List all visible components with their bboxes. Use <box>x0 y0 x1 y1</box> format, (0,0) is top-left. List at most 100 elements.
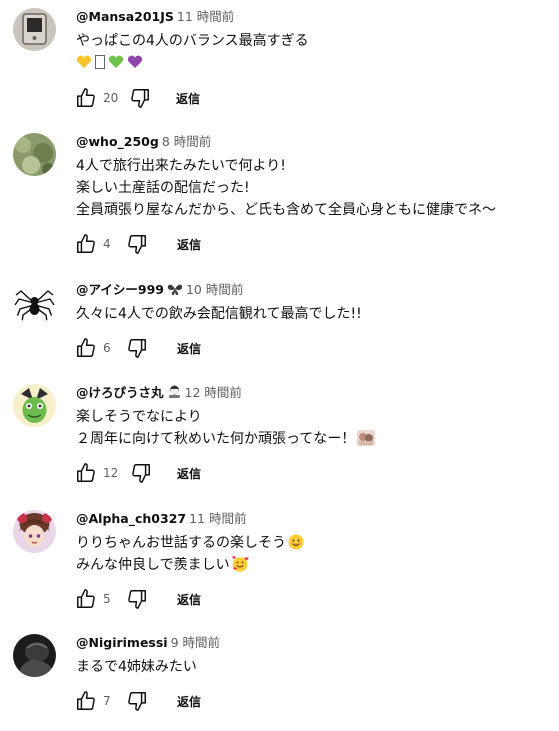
comment-text: 4人で旅行出来たみたいで何より! 楽しい土産話の配信だった! 全員頑張り屋なんだ… <box>76 155 552 221</box>
reply-button[interactable]: 返信 <box>177 693 201 710</box>
comment-header: @who_250g 8 時間前 <box>76 133 552 151</box>
dislike-button[interactable] <box>125 232 149 256</box>
comment-line: ２周年に向けて秋めいた何か頑張ってなー！ <box>76 431 356 447</box>
thumbs-down-icon <box>132 464 150 483</box>
timestamp[interactable]: 12 時間前 <box>185 385 242 400</box>
author-name[interactable]: @けろぴうさ丸 <box>76 385 164 400</box>
comment-line: 全員頑張り屋なんだから、ど氏も含めて全員心身ともに健康でネ〜 <box>76 202 496 218</box>
comment-header: @Mansa201JS 11 時間前 <box>76 8 552 26</box>
timestamp[interactable]: 9 時間前 <box>171 635 220 650</box>
comment-actions: 5 返信 <box>74 587 201 611</box>
author-name[interactable]: @アイシー999 <box>76 282 164 297</box>
thumbs-up-icon <box>77 88 95 107</box>
dislike-button[interactable] <box>129 461 153 485</box>
butterfly-icon <box>167 284 183 295</box>
author-name[interactable]: @who_250g <box>76 134 159 149</box>
comment-body: @who_250g 8 時間前 4人で旅行出来たみたいで何より! 楽しい土産話の配… <box>76 133 552 221</box>
smiling-face-with-hearts-icon <box>231 556 249 572</box>
comment-header: @Nigirimessi 9 時間前 <box>76 634 552 652</box>
like-count: 12 <box>103 466 119 480</box>
timestamp[interactable]: 11 時間前 <box>177 9 234 24</box>
like-count: 20 <box>103 91 119 105</box>
thumbs-down-icon <box>128 339 146 358</box>
avatar[interactable] <box>13 510 56 553</box>
author-name[interactable]: @Nigirimessi <box>76 635 168 650</box>
avatar[interactable] <box>13 133 56 176</box>
comment-line: りりちゃんお世話するの楽しそう <box>76 535 286 551</box>
comment-line: やっぱこの4人のバランス最高すぎる <box>76 33 309 49</box>
dislike-button[interactable] <box>125 336 149 360</box>
comment-text: 久々に4人での飲み会配信観れて最高でした!! <box>76 303 552 325</box>
author-name[interactable]: @Mansa201JS <box>76 9 174 24</box>
dislike-button[interactable] <box>125 689 149 713</box>
thumbs-up-icon <box>77 463 95 482</box>
thumbs-down-icon <box>131 89 149 108</box>
reply-button[interactable]: 返信 <box>177 236 201 253</box>
comment-text: やっぱこの4人のバランス最高すぎる <box>76 30 552 74</box>
avatar[interactable] <box>13 8 56 51</box>
thumbs-up-icon <box>77 338 95 357</box>
comment-line-with-emoji: りりちゃんお世話するの楽しそう <box>76 532 552 554</box>
like-count: 6 <box>103 341 111 355</box>
comment-actions: 6 返信 <box>74 336 201 360</box>
thumbs-up-icon <box>77 234 95 253</box>
like-button[interactable] <box>74 232 98 256</box>
timestamp[interactable]: 11 時間前 <box>189 511 246 526</box>
timestamp[interactable]: 8 時間前 <box>162 134 211 149</box>
thumbs-up-icon <box>77 589 95 608</box>
comment-line-with-emoji: ２周年に向けて秋めいた何か頑張ってなー！ <box>76 428 552 450</box>
emoji-line <box>76 52 552 74</box>
comment-body: @Nigirimessi 9 時間前 まるで4姉妹みたい <box>76 634 552 678</box>
like-count: 5 <box>103 592 111 606</box>
comment-actions: 4 返信 <box>74 232 201 256</box>
comment-line-with-emoji: みんな仲良しで羨ましい <box>76 554 552 576</box>
comment-line: まるで4姉妹みたい <box>76 659 197 675</box>
comment-line: みんな仲良しで羨ましい <box>76 557 230 573</box>
comment-header: @アイシー999 10 時間前 <box>76 281 552 299</box>
comment-body: @Mansa201JS 11 時間前 やっぱこの4人のバランス最高すぎる <box>76 8 552 74</box>
like-count: 7 <box>103 694 111 708</box>
reply-button[interactable]: 返信 <box>177 465 201 482</box>
thumbs-down-icon <box>128 235 146 254</box>
like-button[interactable] <box>74 336 98 360</box>
reply-button[interactable]: 返信 <box>177 591 201 608</box>
comment-actions: 20 返信 <box>74 86 200 110</box>
comment-actions: 12 返信 <box>74 461 201 485</box>
unknown-glyph-icon <box>95 55 105 69</box>
comment-body: @アイシー999 10 時間前 久々に4人での飲み会配信観れて最高でした!! <box>76 281 552 325</box>
dislike-button[interactable] <box>125 587 149 611</box>
like-button[interactable] <box>74 587 98 611</box>
comment-text: りりちゃんお世話するの楽しそう みんな仲良しで羨ましい <box>76 532 552 576</box>
smiling-face-icon <box>288 534 304 550</box>
comment-line: 久々に4人での飲み会配信観れて最高でした!! <box>76 306 362 322</box>
comment-text: まるで4姉妹みたい <box>76 656 552 678</box>
green-heart-icon <box>108 55 124 68</box>
like-button[interactable] <box>74 86 98 110</box>
avatar[interactable] <box>13 384 56 427</box>
thumbs-up-icon <box>77 691 95 710</box>
timestamp[interactable]: 10 時間前 <box>186 282 243 297</box>
custom-emoji-icon <box>357 430 376 446</box>
author-name[interactable]: @Alpha_ch0327 <box>76 511 186 526</box>
comment-line: 楽しい土産話の配信だった! <box>76 180 250 196</box>
dislike-button[interactable] <box>128 86 152 110</box>
comment-header: @Alpha_ch0327 11 時間前 <box>76 510 552 528</box>
comment-text: 楽しそうでなにより ２周年に向けて秋めいた何か頑張ってなー！ <box>76 406 552 450</box>
comment-body: @けろぴうさ丸 12 時間前 楽しそうでなにより ２周年に向けて秋めいた何か頑張っ… <box>76 384 552 450</box>
thumbs-down-icon <box>128 692 146 711</box>
thumbs-down-icon <box>128 590 146 609</box>
member-badge-icon <box>168 385 180 398</box>
comment-line: 4人で旅行出来たみたいで何より! <box>76 158 286 174</box>
comment-line: 楽しそうでなにより <box>76 409 202 425</box>
purple-heart-icon <box>127 55 143 68</box>
like-button[interactable] <box>74 461 98 485</box>
reply-button[interactable]: 返信 <box>177 340 201 357</box>
yellow-heart-icon <box>76 55 92 68</box>
avatar[interactable] <box>13 281 56 324</box>
reply-button[interactable]: 返信 <box>176 90 200 107</box>
comment-header: @けろぴうさ丸 12 時間前 <box>76 384 552 402</box>
avatar[interactable] <box>13 634 56 677</box>
comment-actions: 7 返信 <box>74 689 201 713</box>
like-count: 4 <box>103 237 111 251</box>
like-button[interactable] <box>74 689 98 713</box>
